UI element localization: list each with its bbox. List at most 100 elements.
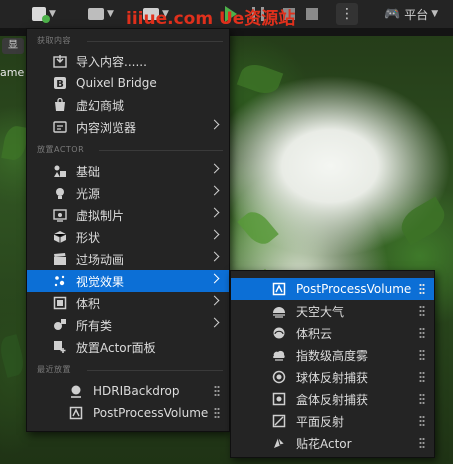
foliage-decoration: [236, 59, 284, 99]
menu-item-content-browser[interactable]: 内容浏览器: [27, 116, 229, 138]
drag-handle-icon[interactable]: [419, 371, 425, 383]
menu-item-all-classes[interactable]: 所有类: [27, 314, 229, 336]
drag-handle-icon[interactable]: [214, 407, 220, 419]
volume-icon: [53, 296, 67, 310]
menu-item-label: PostProcessVolume: [93, 406, 209, 420]
menu-item-label: 内容浏览器: [76, 120, 137, 135]
section-divider: [99, 150, 223, 151]
menu-item-label: 视觉效果: [76, 274, 125, 289]
chevron-down-icon: ▼: [49, 9, 56, 19]
menu-item-shapes[interactable]: 形状: [27, 226, 229, 248]
post-process-volume-icon: [69, 406, 83, 420]
chevron-right-icon: [209, 317, 220, 328]
add-content-button[interactable]: ▼: [32, 3, 56, 25]
add-content-icon: [32, 7, 50, 23]
submenu-item-label: 天空大气: [296, 304, 345, 319]
submenu-item-sphere-reflection-capture[interactable]: 球体反射捕获: [231, 366, 434, 388]
submenu-item-label: 球体反射捕获: [296, 370, 369, 385]
submenu-item-label: 指数级高度雾: [296, 348, 369, 363]
svg-text:B: B: [56, 79, 64, 90]
all-classes-icon: [53, 318, 67, 332]
menu-item-label: 虚幻商城: [76, 98, 125, 113]
submenu-item-decal-actor[interactable]: 贴花Actor: [231, 432, 434, 454]
section-header-get-content: 获取内容: [37, 36, 71, 45]
menu-item-visual-effects[interactable]: 视觉效果: [27, 270, 229, 292]
place-actor-panel-icon: [53, 340, 67, 354]
menu-item-place-actor-panel[interactable]: 放置Actor面板: [27, 336, 229, 358]
menu-item-recent-post-process-volume[interactable]: PostProcessVolume: [27, 402, 229, 424]
drag-handle-icon[interactable]: [419, 349, 425, 361]
quixel-bridge-icon: B: [53, 76, 67, 90]
gamepad-icon: 🎮: [384, 6, 401, 22]
drag-handle-icon[interactable]: [214, 385, 220, 397]
height-fog-icon: [272, 348, 286, 362]
menu-item-volume[interactable]: 体积: [27, 292, 229, 314]
platform-button[interactable]: 🎮 平台 ▼: [384, 3, 438, 25]
chevron-right-icon: [209, 295, 220, 306]
play-options-button[interactable]: [306, 3, 318, 25]
menu-item-label: 过场动画: [76, 252, 125, 267]
submenu-item-post-process-volume[interactable]: PostProcessVolume: [231, 278, 434, 300]
drag-handle-icon[interactable]: [419, 327, 425, 339]
section-header-recent: 最近放置: [37, 365, 71, 374]
hdri-backdrop-icon: [69, 384, 83, 398]
decal-actor-icon: [272, 436, 286, 450]
drag-handle-icon[interactable]: [419, 283, 425, 295]
section-header-place-actor: 放置ACTOR: [37, 145, 85, 154]
section-divider: [87, 41, 223, 42]
submenu-item-label: PostProcessVolume: [296, 282, 412, 296]
submenu-item-label: 盒体反射捕获: [296, 392, 369, 407]
drag-handle-icon[interactable]: [419, 305, 425, 317]
chevron-right-icon: [209, 207, 220, 218]
chevron-right-icon: [209, 119, 220, 130]
submenu-item-height-fog[interactable]: 指数级高度雾: [231, 344, 434, 366]
menu-item-label: HDRIBackdrop: [93, 384, 180, 398]
basic-icon: [53, 164, 67, 178]
menu-item-virtual-production[interactable]: 虚拟制片: [27, 204, 229, 226]
main-toolbar: ▼ ▼ ▼ ⋮ 🎮 平台 ▼ iiiue.com Ue资源站: [0, 0, 453, 29]
submenu-item-sky-atmosphere[interactable]: 天空大气: [231, 300, 434, 322]
menu-item-label: 所有类: [76, 318, 113, 333]
viewport-text: ame: [0, 66, 25, 79]
menu-item-light[interactable]: 光源: [27, 182, 229, 204]
menu-item-label: 形状: [76, 230, 101, 245]
more-options-button[interactable]: ⋮: [336, 3, 358, 25]
platform-label: 平台: [404, 7, 429, 22]
light-icon: [53, 186, 67, 200]
menu-item-cinematic[interactable]: 过场动画: [27, 248, 229, 270]
chevron-right-icon: [209, 273, 220, 284]
submenu-item-label: 平面反射: [296, 414, 345, 429]
visual-effects-icon: [53, 274, 67, 288]
submenu-item-volumetric-cloud[interactable]: 体积云: [231, 322, 434, 344]
drag-handle-icon[interactable]: [419, 415, 425, 427]
foliage-decoration: [0, 334, 27, 378]
menu-item-basic[interactable]: 基础: [27, 160, 229, 182]
visual-effects-submenu: PostProcessVolume 天空大气 体积云 指数级高度雾 球体反射捕获: [230, 270, 435, 458]
chevron-right-icon: [209, 185, 220, 196]
virtual-production-icon: [53, 208, 67, 222]
blueprint-button[interactable]: ▼: [88, 3, 114, 25]
menu-item-marketplace[interactable]: 虚幻商城: [27, 94, 229, 116]
foliage-decoration: [395, 196, 451, 246]
planar-reflection-icon: [272, 414, 286, 428]
drag-handle-icon[interactable]: [419, 393, 425, 405]
chevron-right-icon: [209, 229, 220, 240]
post-process-volume-icon: [272, 282, 286, 296]
menu-item-label: 体积: [76, 296, 101, 311]
foliage-decoration: [237, 206, 279, 250]
menu-item-label: 光源: [76, 186, 101, 201]
chevron-down-icon: ▼: [431, 9, 439, 19]
drag-handle-icon[interactable]: [419, 437, 425, 449]
foliage-decoration: [1, 124, 29, 162]
menu-item-quixel-bridge[interactable]: B Quixel Bridge: [27, 72, 229, 94]
cinematic-icon: [53, 252, 67, 266]
menu-item-import-content[interactable]: 导入内容......: [27, 50, 229, 72]
submenu-item-planar-reflection[interactable]: 平面反射: [231, 410, 434, 432]
menu-item-recent-hdri-backdrop[interactable]: HDRIBackdrop: [27, 380, 229, 402]
content-browser-icon: [53, 120, 67, 134]
viewport-options-button[interactable]: 显: [2, 38, 24, 54]
chevron-right-icon: [209, 163, 220, 174]
menu-item-label: 虚拟制片: [76, 208, 125, 223]
menu-item-label: 放置Actor面板: [76, 340, 156, 355]
submenu-item-box-reflection-capture[interactable]: 盒体反射捕获: [231, 388, 434, 410]
